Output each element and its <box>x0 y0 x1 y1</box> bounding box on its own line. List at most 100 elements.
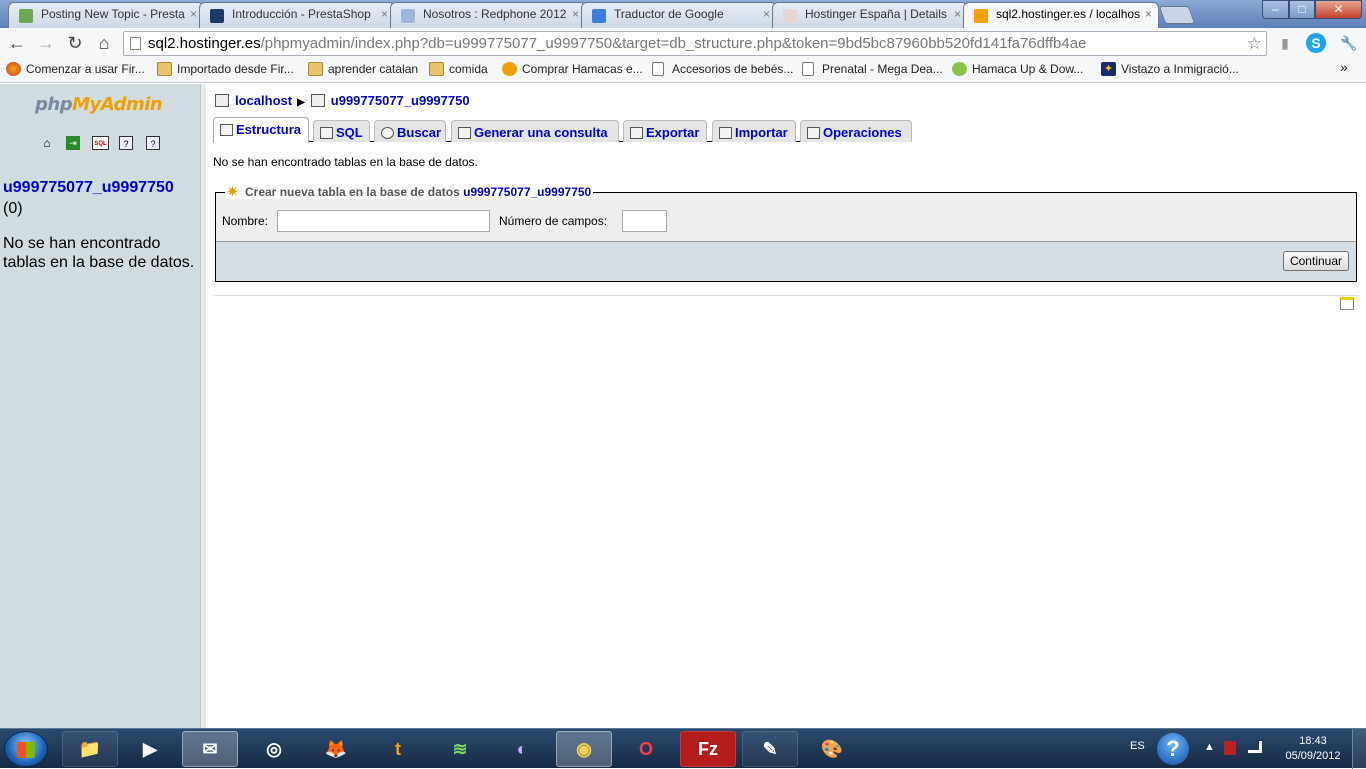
console-toggle-icon[interactable] <box>1340 297 1354 310</box>
tab-title: Nosotros : Redphone 2012 <box>423 7 567 21</box>
tab-close-icon[interactable]: × <box>954 7 961 21</box>
tab-label: Buscar <box>397 125 442 140</box>
tray-expand-icon[interactable]: ▲ <box>1204 741 1215 753</box>
documentation-icon[interactable]: ? <box>119 136 133 150</box>
bookmark-item[interactable]: Hamaca Up & Dow... <box>952 62 1083 76</box>
table-name-input[interactable] <box>277 210 490 232</box>
tab-close-icon[interactable]: × <box>381 7 388 21</box>
browser-tab-posting[interactable]: Posting New Topic - Presta × <box>8 2 204 28</box>
bookmarks-overflow-button[interactable]: » <box>1330 59 1348 75</box>
legend-text: Crear nueva tabla en la base de datos <box>245 185 460 199</box>
bookmark-item[interactable]: Prenatal - Mega Dea... <box>802 62 943 76</box>
signal-icon[interactable]: ▮ <box>1275 33 1295 53</box>
bookmark-star-icon[interactable]: ☆ <box>1247 32 1262 55</box>
tab-estructura[interactable]: Estructura <box>213 117 309 143</box>
system-clock[interactable]: 18:43 05/09/2012 <box>1283 734 1343 764</box>
bookmark-item[interactable]: ✦ Vistazo a Inmigració... <box>1101 62 1239 76</box>
tab-title: Traductor de Google <box>614 7 724 21</box>
browser-tab-translate[interactable]: Traductor de Google × <box>581 2 777 28</box>
pma-navigation-frame: phpMyAdmin ⌂ ⇥ SQL ? ? u999775077_u99977… <box>0 84 200 728</box>
address-bar[interactable]: sql2.hostinger.es/phpmyadmin/index.php?d… <box>123 31 1267 56</box>
back-button[interactable]: ← <box>6 32 28 54</box>
wrench-menu-icon[interactable]: 🔧 <box>1339 33 1359 53</box>
forward-button[interactable]: → <box>35 32 57 54</box>
windows-logo-icon <box>17 742 35 758</box>
taskbar-paint[interactable]: 🎨 <box>804 731 860 767</box>
close-window-button[interactable]: ✕ <box>1315 0 1362 19</box>
field-count-label: Número de campos: <box>499 214 608 228</box>
continue-button[interactable]: Continuar <box>1282 251 1349 271</box>
taskbar-spotify[interactable]: ≋ <box>432 731 488 767</box>
taskbar-opera[interactable]: O <box>618 731 674 767</box>
skype-icon[interactable]: S <box>1306 33 1326 53</box>
tray-security-icon[interactable] <box>1224 741 1236 755</box>
sql-icon <box>320 127 333 139</box>
page-icon <box>802 62 814 76</box>
tab-title: Introducción - PrestaShop <box>232 7 371 21</box>
taskbar-torrent[interactable]: ◐ <box>494 731 550 767</box>
divider <box>213 295 1359 296</box>
exit-icon[interactable]: ⇥ <box>66 136 80 150</box>
bookmark-item[interactable]: Comenzar a usar Fir... <box>6 62 145 76</box>
breadcrumb-database[interactable]: u999775077_u9997750 <box>331 93 470 108</box>
folder-icon <box>308 62 323 76</box>
bookmark-item[interactable]: Accesorios de bebés... <box>652 62 793 76</box>
home-icon[interactable]: ⌂ <box>40 136 54 150</box>
browser-tab-hostinger[interactable]: Hostinger España | Details × <box>772 2 968 28</box>
taskbar-recorder[interactable]: ◎ <box>246 731 302 767</box>
frame-splitter[interactable] <box>200 84 206 728</box>
browser-tab-strip: Posting New Topic - Presta × Introducció… <box>0 0 1366 29</box>
phpmyadmin-logo[interactable]: phpMyAdmin <box>35 94 163 115</box>
export-icon <box>630 127 643 139</box>
tab-sql[interactable]: SQL <box>313 120 370 142</box>
search-icon <box>381 127 394 139</box>
tab-generar-consulta[interactable]: Generar una consulta <box>451 120 619 142</box>
browser-tab-redphone[interactable]: Nosotros : Redphone 2012 × <box>390 2 586 28</box>
taskbar-mail[interactable]: ✉ <box>182 731 238 767</box>
new-tab-button[interactable] <box>1158 6 1196 24</box>
help-icon[interactable]: ? <box>1157 733 1189 765</box>
tab-close-icon[interactable]: × <box>1145 7 1152 21</box>
tab-importar[interactable]: Importar <box>712 120 796 142</box>
browser-toolbar: ← → ↻ ⌂ sql2.hostinger.es/phpmyadmin/ind… <box>0 28 1366 58</box>
help-icon[interactable]: ? <box>146 136 160 150</box>
taskbar-tumblr[interactable]: t <box>370 731 426 767</box>
bookmarks-bar: Comenzar a usar Fir... Importado desde F… <box>0 58 1366 83</box>
clock-date: 05/09/2012 <box>1285 750 1341 762</box>
database-link[interactable]: u999775077_u9997750 <box>3 179 174 197</box>
bookmark-label: aprender catalan <box>328 62 419 76</box>
bookmark-item[interactable]: Comprar Hamacas e... <box>502 62 643 76</box>
bookmark-folder[interactable]: aprender catalan <box>308 62 418 76</box>
field-count-input[interactable] <box>622 210 667 232</box>
tab-close-icon[interactable]: × <box>190 7 197 21</box>
create-table-legend: ✷ Crear nueva tabla en la base de datos u… <box>225 185 594 199</box>
taskbar-explorer[interactable]: 📁 <box>62 731 118 767</box>
tab-operaciones[interactable]: Operaciones <box>800 120 912 142</box>
taskbar-chrome[interactable]: ◉ <box>556 731 612 767</box>
taskbar-firefox[interactable]: 🦊 <box>308 731 364 767</box>
tab-exportar[interactable]: Exportar <box>623 120 707 142</box>
tray-network-icon[interactable] <box>1248 741 1262 753</box>
minimize-button[interactable]: – <box>1262 0 1289 19</box>
bookmark-folder[interactable]: Importado desde Fir... <box>157 62 294 76</box>
tab-close-icon[interactable]: × <box>763 7 770 21</box>
taskbar-filezilla[interactable]: Fz <box>680 731 736 767</box>
tab-close-icon[interactable]: × <box>572 7 579 21</box>
tab-label: Generar una consulta <box>474 125 608 140</box>
breadcrumb-server[interactable]: localhost <box>235 93 292 108</box>
browser-tab-phpmyadmin[interactable]: sql2.hostinger.es / localhos × <box>963 2 1159 29</box>
bookmark-folder[interactable]: comida <box>429 62 488 76</box>
taskbar-media[interactable]: ▶ <box>122 731 178 767</box>
start-button[interactable] <box>4 731 48 767</box>
show-desktop-button[interactable] <box>1352 729 1366 769</box>
language-indicator[interactable]: ES <box>1130 740 1145 752</box>
taskbar-notes[interactable]: ✎ <box>742 731 798 767</box>
home-button[interactable]: ⌂ <box>93 32 115 54</box>
maximize-button[interactable]: □ <box>1289 0 1315 19</box>
tab-title: sql2.hostinger.es / localhos <box>996 7 1141 21</box>
browser-tab-prestashop[interactable]: Introducción - PrestaShop × <box>199 2 395 28</box>
bookmark-label: Vistazo a Inmigració... <box>1121 62 1239 76</box>
tab-buscar[interactable]: Buscar <box>374 120 446 142</box>
sql-query-icon[interactable]: SQL <box>92 136 109 150</box>
reload-button[interactable]: ↻ <box>64 32 86 54</box>
